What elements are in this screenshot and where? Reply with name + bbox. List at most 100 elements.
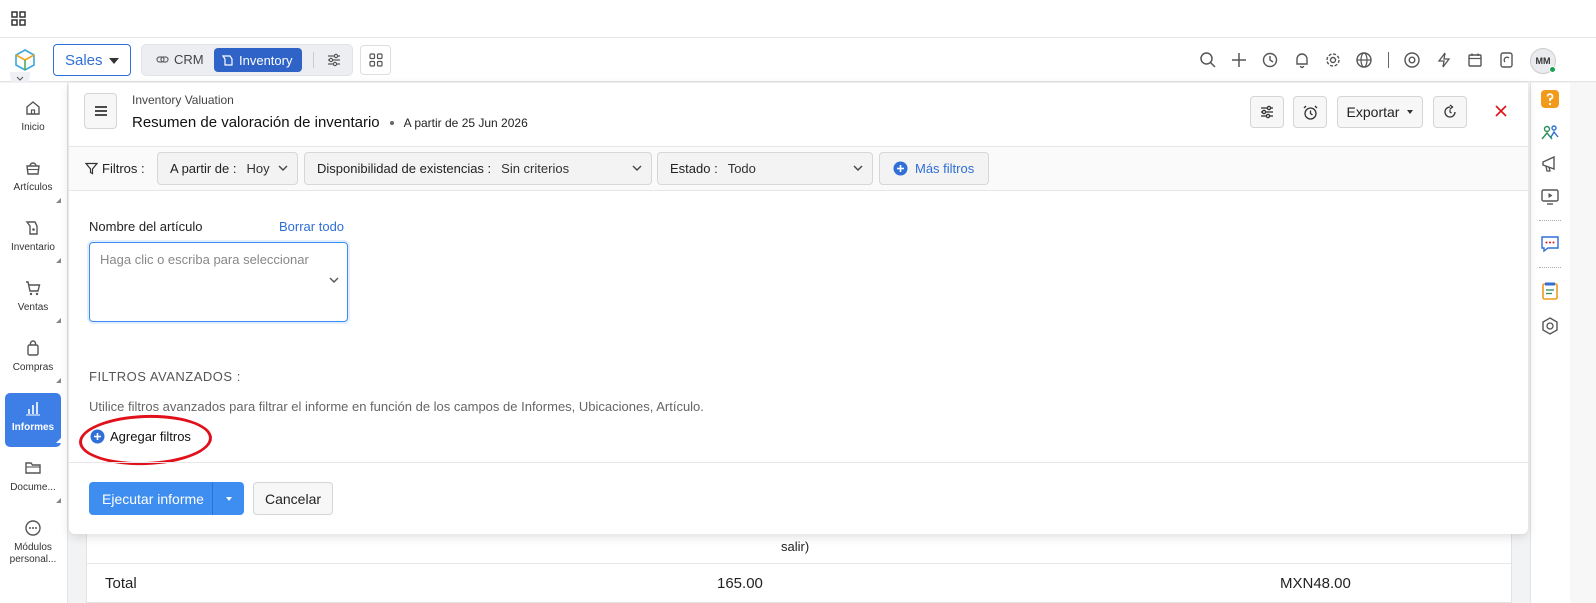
clear-all-link[interactable]: Borrar todo (279, 219, 344, 234)
all-apps-button[interactable] (360, 45, 391, 75)
megaphone-icon[interactable] (1540, 154, 1560, 174)
filter-as-of-label: A partir de : (170, 161, 237, 176)
highlight-annotation-oval (78, 412, 213, 468)
chevron-down-icon (632, 165, 642, 171)
schedule-report-button[interactable] (1293, 96, 1327, 128)
online-status-dot (1549, 66, 1556, 73)
expand-corner-icon (56, 258, 61, 263)
filter-as-of-value: Hoy (246, 161, 270, 176)
sliders-icon (1261, 105, 1273, 119)
lightning-icon[interactable] (1435, 51, 1453, 69)
close-icon[interactable] (1494, 104, 1508, 118)
sidebar-item-label: Inicio (21, 122, 45, 133)
divider (313, 52, 314, 68)
report-subtitle: Inventory Valuation (132, 93, 234, 107)
extensions-icon[interactable] (1540, 316, 1560, 336)
module-select[interactable]: Sales (53, 44, 131, 76)
filter-stock-value: Sin criterios (501, 161, 570, 176)
sidebar-item-label: Informes (11, 422, 55, 433)
inventory-icon (222, 55, 233, 66)
cancel-button[interactable]: Cancelar (253, 482, 333, 515)
folder-icon (25, 462, 41, 474)
sidebar-item-label: Inventario (11, 242, 55, 253)
history-icon[interactable] (1261, 51, 1279, 69)
app-inventory-button[interactable]: Inventory (214, 48, 302, 72)
filter-as-of[interactable]: A partir de : Hoy (157, 152, 298, 185)
avatar[interactable]: MM (1530, 48, 1556, 74)
page-title: Resumen de valoración de inventario A pa… (132, 114, 528, 131)
bell-icon[interactable] (1293, 51, 1311, 69)
more-icon (25, 520, 41, 536)
total-quantity: 165.00 (717, 575, 763, 592)
menu-button[interactable] (84, 93, 117, 129)
gear-icon[interactable] (1324, 51, 1342, 69)
sidebar-item-label: Artículos (13, 182, 53, 193)
run-report-dropdown[interactable] (213, 496, 244, 501)
filter-stock-label: Disponibilidad de existencias : (317, 161, 492, 176)
run-report-button[interactable]: Ejecutar informe (89, 482, 244, 515)
sidebar-item-label: Docume... (10, 482, 56, 493)
more-filters-button[interactable]: Más filtros (879, 152, 989, 185)
expand-corner-icon (56, 438, 61, 443)
link-icon (156, 56, 169, 63)
filter-status[interactable]: Estado : Todo (657, 152, 873, 185)
sliders-icon[interactable] (326, 52, 342, 68)
zoho-logo-icon[interactable] (13, 48, 37, 72)
total-label: Total (105, 575, 137, 592)
search-icon[interactable] (1199, 51, 1217, 69)
export-button[interactable]: Exportar (1337, 96, 1423, 128)
app-crm-button[interactable]: CRM (156, 52, 204, 67)
item-name-select[interactable]: Haga clic o escriba para seleccionar (89, 242, 348, 322)
advanced-filters-title: FILTROS AVANZADOS : (89, 369, 241, 384)
sidebar-item-inventario[interactable]: Inventario (5, 213, 61, 267)
report-title-text: Resumen de valoración de inventario (132, 114, 380, 131)
caret-down-icon (225, 496, 232, 501)
sidebar-item-ventas[interactable]: Ventas (5, 273, 61, 327)
home-icon (26, 101, 40, 115)
sidebar-item-label: Módulos personal... (9, 542, 57, 565)
video-icon[interactable] (1540, 187, 1560, 207)
help-icon[interactable] (1540, 89, 1560, 109)
app-crm-label: CRM (174, 52, 204, 67)
expand-corner-icon (56, 198, 61, 203)
filters-label: Filtros : (85, 161, 145, 176)
right-rail (1530, 83, 1570, 603)
expand-corner-icon (56, 318, 61, 323)
plus-circle-icon (893, 161, 908, 176)
people-icon[interactable] (1540, 122, 1560, 142)
grid-icon (368, 53, 383, 67)
filter-stock-availability[interactable]: Disponibilidad de existencias : Sin crit… (304, 152, 652, 185)
item-name-label: Nombre del artículo (89, 219, 203, 234)
notes-icon[interactable] (1540, 281, 1560, 301)
top-strip (0, 0, 1596, 38)
refresh-icon (1444, 104, 1456, 118)
basket-icon (26, 162, 40, 175)
contacts-icon[interactable] (1497, 51, 1515, 69)
app-grid-icon[interactable] (11, 11, 26, 26)
plus-icon[interactable] (1230, 51, 1248, 69)
sidebar-item-inicio[interactable]: Inicio (5, 93, 61, 147)
alarm-clock-icon (1303, 105, 1317, 120)
refresh-report-button[interactable] (1433, 96, 1467, 128)
expand-corner-icon (56, 498, 61, 503)
divider (1388, 52, 1389, 68)
mention-icon[interactable] (1403, 51, 1421, 69)
sidebar-item-articulos[interactable]: Artículos (5, 153, 61, 207)
sidebar-item-informes[interactable]: Informes (5, 393, 61, 447)
divider (87, 563, 1511, 564)
report-filter-panel: Inventory Valuation Resumen de valoració… (69, 83, 1528, 534)
divider (69, 462, 1528, 463)
divider (1539, 267, 1561, 268)
sidebar-item-modulos[interactable]: Módulos personal... (5, 513, 61, 575)
chat-icon[interactable] (1540, 234, 1560, 254)
filter-bar: Filtros : A partir de : Hoy Disponibilid… (69, 146, 1528, 191)
calendar-icon[interactable] (1466, 51, 1484, 69)
page-scrollbar[interactable] (1570, 83, 1596, 603)
globe-icon[interactable] (1355, 51, 1373, 69)
customize-report-button[interactable] (1250, 96, 1284, 128)
sidebar-item-compras[interactable]: Compras (5, 333, 61, 387)
app-inventory-label: Inventory (239, 52, 293, 68)
sidebar-item-documentos[interactable]: Docume... (5, 453, 61, 507)
filter-status-value: Todo (727, 161, 756, 176)
funnel-icon (85, 162, 98, 175)
